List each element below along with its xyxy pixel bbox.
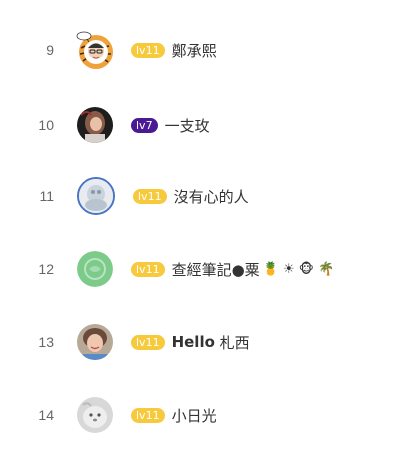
blue-circle-photo-avatar-icon[interactable] — [77, 177, 115, 215]
user-name[interactable]: 查經筆記●粟 🍍 ☀ 🐵 🌴 — [172, 259, 335, 280]
gray-pet-photo-avatar-icon[interactable] — [77, 397, 113, 433]
user-name[interactable]: 一支玫 — [165, 115, 210, 136]
portrait-photo-avatar-icon[interactable] — [77, 107, 113, 143]
rank-number: 13 — [38, 334, 54, 350]
rank-number: 9 — [46, 42, 54, 58]
level-badge: lv11 — [131, 334, 165, 350]
rank-number: 11 — [39, 188, 54, 204]
user-name-bold-part: Hello — [171, 333, 215, 351]
level-badge: lv11 — [131, 42, 165, 58]
level-badge: lv7 — [131, 117, 158, 133]
rank-number: 10 — [38, 117, 54, 133]
user-name[interactable]: 沒有心的人 — [174, 186, 249, 207]
green-circle-avatar-icon[interactable] — [77, 251, 113, 287]
level-badge: lv11 — [131, 261, 165, 277]
user-name-text: 札西 — [214, 333, 250, 352]
list-item[interactable]: 11 lv11 沒有心的人 — [0, 168, 400, 224]
user-name-text: 查經筆記●粟 — [171, 260, 260, 279]
smiling-person-avatar-icon[interactable] — [77, 324, 113, 360]
rank-number: 14 — [38, 407, 54, 423]
user-name[interactable]: Hello 札西 — [172, 332, 250, 353]
level-badge: lv11 — [131, 407, 165, 423]
ranking-list: 9 lv11 鄭承熙 10 lv7 一支玫 11 lv11 沒有心的人 12 l… — [0, 0, 400, 449]
list-item[interactable]: 12 lv11 查經筆記●粟 🍍 ☀ 🐵 🌴 — [0, 241, 400, 297]
list-item[interactable]: 9 lv11 鄭承熙 — [0, 22, 400, 78]
list-item[interactable]: 13 lv11 Hello 札西 — [0, 314, 400, 370]
name-emoji-decorations: 🍍 ☀ 🐵 🌴 — [262, 261, 335, 277]
user-name[interactable]: 鄭承熙 — [172, 40, 217, 61]
level-badge: lv11 — [133, 188, 167, 204]
cartoon-tiger-frame-avatar-icon[interactable] — [75, 30, 115, 70]
rank-number: 12 — [38, 261, 54, 277]
list-item[interactable]: 10 lv7 一支玫 — [0, 97, 400, 153]
list-item[interactable]: 14 lv11 小日光 — [0, 387, 400, 443]
user-name[interactable]: 小日光 — [172, 405, 217, 426]
